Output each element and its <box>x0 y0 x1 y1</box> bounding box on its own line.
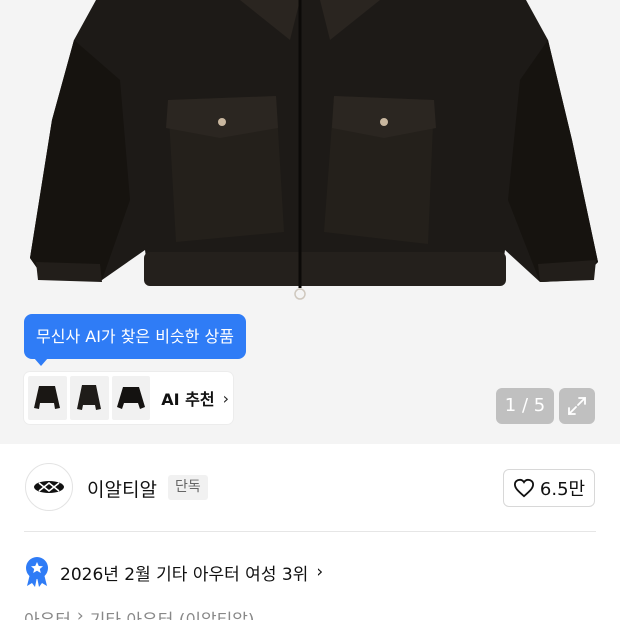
divider <box>24 531 596 532</box>
breadcrumb-separator: › <box>76 606 84 620</box>
heart-icon <box>513 478 534 498</box>
jacket-thumb-icon[interactable] <box>111 376 151 420</box>
tooltip-tail <box>34 358 48 366</box>
product-page: 무신사 AI가 찾은 비슷한 상품 AI 추천 › 1 / 5 이알티알 단독 … <box>0 0 620 620</box>
brand-logo-icon[interactable] <box>25 463 73 511</box>
breadcrumb: 아우터 › 기타 아우터 (이알티알) <box>24 606 255 620</box>
chevron-right-icon: › <box>222 388 230 408</box>
breadcrumb-item[interactable]: 아우터 <box>24 606 71 620</box>
ranking-text: 2026년 2월 기타 아우터 여성 3위 <box>60 564 309 585</box>
ai-recommendation-button[interactable]: AI 추천 › <box>24 372 233 424</box>
product-image-gallery[interactable]: 무신사 AI가 찾은 비슷한 상품 AI 추천 › 1 / 5 <box>0 0 620 444</box>
ranking-badge-icon <box>26 557 48 587</box>
exclusive-badge: 단독 <box>168 475 208 500</box>
ai-similar-tooltip[interactable]: 무신사 AI가 찾은 비슷한 상품 <box>24 314 246 359</box>
like-button[interactable]: 6.5만 <box>503 469 595 507</box>
expand-icon[interactable] <box>559 388 595 424</box>
breadcrumb-item[interactable]: 기타 아우터 (이알티알) <box>90 606 255 620</box>
image-counter: 1 / 5 <box>496 388 554 424</box>
brand-name[interactable]: 이알티알 <box>87 475 157 502</box>
jacket-thumb-icon[interactable] <box>69 376 109 420</box>
jacket-thumb-icon[interactable] <box>28 376 67 420</box>
ai-recommendation-label: AI 추천 <box>161 390 215 409</box>
brand-row: 이알티알 단독 6.5만 <box>0 444 620 532</box>
like-count: 6.5만 <box>539 479 586 500</box>
ranking-link[interactable]: 2026년 2월 기타 아우터 여성 3위 › <box>24 556 323 588</box>
chevron-right-icon: › <box>316 562 324 582</box>
